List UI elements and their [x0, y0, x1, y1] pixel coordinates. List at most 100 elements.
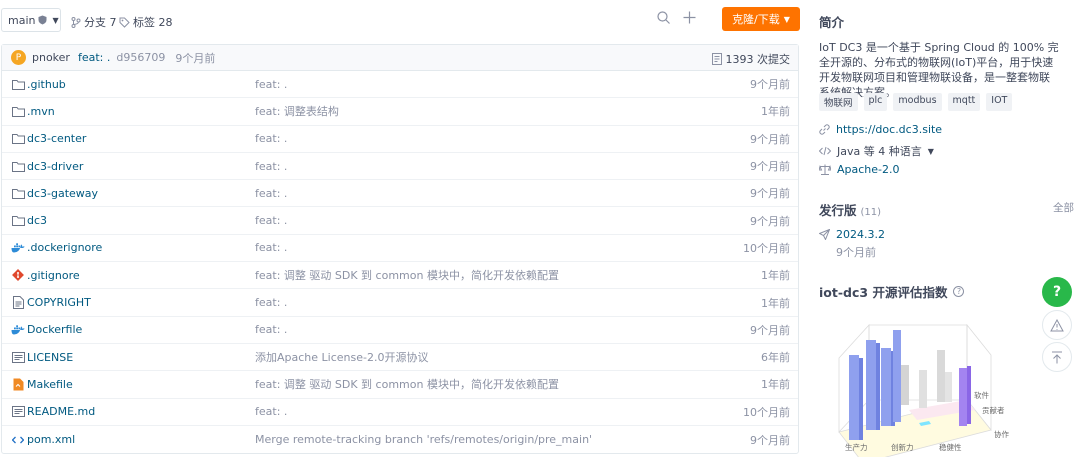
file-commit-message[interactable]: feat: . — [255, 187, 287, 200]
file-row[interactable]: Makefile feat: 调整 驱动 SDK 到 common 模块中，简化开… — [2, 371, 798, 399]
file-commit-message[interactable]: feat: 调整 驱动 SDK 到 common 模块中，简化开发依赖配置 — [255, 376, 559, 392]
branches-link[interactable]: 分支 7 — [71, 14, 117, 30]
file-commit-message[interactable]: Merge remote-tracking branch 'refs/remot… — [255, 433, 592, 446]
file-commit-message[interactable]: feat: 调整 驱动 SDK 到 common 模块中，简化开发依赖配置 — [255, 267, 559, 283]
file-commit-message[interactable]: feat: . — [255, 241, 287, 254]
file-name[interactable]: dc3 — [27, 214, 255, 227]
question-icon[interactable]: ? — [953, 286, 965, 297]
website-row: https://doc.dc3.site — [819, 123, 942, 136]
file-name[interactable]: Dockerfile — [27, 323, 255, 336]
releases-all-link[interactable]: 全部 — [1053, 200, 1074, 215]
file-row[interactable]: dc3-driver feat: . 9个月前 — [2, 153, 798, 181]
file-commit-message[interactable]: feat: . — [255, 132, 287, 145]
languages-row[interactable]: Java 等 4 种语言 ▼ — [819, 143, 934, 159]
search-icon[interactable] — [657, 11, 670, 28]
file-commit-message[interactable]: feat: . — [255, 160, 287, 173]
commit-author[interactable]: pnoker — [32, 51, 70, 64]
topic-tag[interactable]: IOT — [986, 93, 1013, 111]
chevron-down-icon: ▼ — [927, 146, 934, 156]
file-name[interactable]: dc3-gateway — [27, 187, 255, 200]
commit-count-link[interactable]: 1393 次提交 — [711, 51, 791, 67]
topic-tag[interactable]: modbus — [893, 93, 942, 111]
file-commit-message[interactable]: feat: . — [255, 214, 287, 227]
file-commit-time: 9个月前 — [750, 132, 790, 146]
report-button[interactable] — [1042, 310, 1072, 340]
release-version[interactable]: 2024.3.2 — [836, 228, 885, 241]
file-name[interactable]: README.md — [27, 405, 255, 418]
folder-icon — [11, 133, 25, 145]
file-name[interactable]: .mvn — [27, 105, 255, 118]
file-commit-time: 9个月前 — [750, 187, 790, 201]
folder-icon — [11, 106, 25, 117]
file-commit-time: 1年前 — [761, 269, 790, 283]
commit-message[interactable]: feat: . — [78, 51, 110, 64]
file-name[interactable]: dc3-center — [27, 132, 255, 145]
file-name[interactable]: .gitignore — [27, 269, 255, 282]
file-commit-message[interactable]: feat: 调整表结构 — [255, 103, 339, 119]
avatar[interactable]: P — [11, 50, 26, 65]
file-name[interactable]: dc3-driver — [27, 160, 255, 173]
file-row[interactable]: .github feat: . 9个月前 — [2, 71, 798, 99]
branches-label: 分支 7 — [84, 16, 117, 29]
file-row[interactable]: README.md feat: . 10个月前 — [2, 399, 798, 426]
file-commit-message[interactable]: feat: . — [255, 296, 287, 309]
link-icon — [819, 124, 830, 135]
license-row: Apache-2.0 — [819, 163, 900, 176]
code-icon — [819, 146, 831, 156]
chevron-down-icon: ▼ — [52, 15, 59, 25]
file-row[interactable]: Dockerfile feat: . 9个月前 — [2, 317, 798, 344]
website-link[interactable]: https://doc.dc3.site — [836, 123, 942, 136]
commit-hash[interactable]: d956709 — [116, 51, 165, 64]
latest-release: 2024.3.2 9个月前 — [819, 228, 885, 260]
file-name[interactable]: COPYRIGHT — [27, 296, 255, 309]
file-commit-time: 1年前 — [761, 105, 790, 119]
file-name[interactable]: pom.xml — [27, 433, 255, 446]
tags-link[interactable]: 标签 28 — [119, 14, 173, 30]
file-row[interactable]: dc3-gateway feat: . 9个月前 — [2, 180, 798, 208]
file-name[interactable]: Makefile — [27, 378, 255, 391]
commit-count-label: 1393 次提交 — [725, 53, 791, 66]
file-commit-time: 9个月前 — [750, 323, 790, 337]
eval-chart-svg: 生产力 创新力 稳健性 软件 贡献者 协作 — [838, 323, 1009, 457]
code-icon — [11, 435, 25, 445]
file-row[interactable]: pom.xml Merge remote-tracking branch 'ref… — [2, 426, 798, 453]
file-commit-message[interactable]: feat: . — [255, 323, 287, 336]
file-row[interactable]: .gitignore feat: 调整 驱动 SDK 到 common 模块中，简… — [2, 262, 798, 290]
axis-label-innovation: 创新力 — [891, 442, 914, 452]
help-button[interactable]: ? — [1042, 277, 1072, 307]
file-row[interactable]: .dockerignore feat: . 10个月前 — [2, 235, 798, 263]
topic-tag[interactable]: mqtt — [947, 93, 981, 111]
file-row[interactable]: COPYRIGHT feat: . 1年前 — [2, 289, 798, 317]
clone-download-button[interactable]: 克隆/下载 ▼ — [722, 7, 800, 31]
git-icon — [11, 269, 25, 282]
file-name[interactable]: .github — [27, 78, 255, 91]
add-file-icon[interactable] — [683, 11, 696, 28]
topic-tag[interactable]: 物联网 — [819, 93, 858, 111]
file-row[interactable]: dc3 feat: . 9个月前 — [2, 207, 798, 235]
file-commit-message[interactable]: feat: . — [255, 405, 287, 418]
branch-selector[interactable]: main ▼ — [1, 8, 61, 32]
warning-icon — [1050, 318, 1064, 331]
folder-icon — [11, 188, 25, 199]
file-commit-time: 9个月前 — [750, 160, 790, 174]
file-commit-message[interactable]: 添加Apache License-2.0开源协议 — [255, 349, 428, 365]
file-commit-time: 6年前 — [761, 351, 790, 365]
file-name[interactable]: LICENSE — [27, 351, 255, 364]
docker-icon — [11, 243, 25, 253]
topic-tag[interactable]: plc — [863, 93, 888, 111]
file-row[interactable]: .mvn feat: 调整表结构 1年前 — [2, 98, 798, 126]
axis-label-software: 软件 — [974, 390, 989, 400]
axis-label-productivity: 生产力 — [845, 442, 868, 452]
file-commit-message[interactable]: feat: . — [255, 78, 287, 91]
file-commit-time: 9个月前 — [750, 433, 790, 447]
back-to-top-button[interactable] — [1042, 342, 1072, 372]
send-icon — [819, 229, 830, 240]
file-row[interactable]: LICENSE 添加Apache License-2.0开源协议 6年前 — [2, 344, 798, 372]
file-row[interactable]: dc3-center feat: . 9个月前 — [2, 126, 798, 153]
file-commit-time: 10个月前 — [743, 405, 790, 419]
repo-description: IoT DC3 是一个基于 Spring Cloud 的 100% 完全开源的、… — [819, 41, 1059, 99]
branch-icon — [71, 16, 81, 28]
scale-icon — [819, 164, 831, 175]
license-link[interactable]: Apache-2.0 — [837, 163, 900, 176]
file-name[interactable]: .dockerignore — [27, 241, 255, 254]
